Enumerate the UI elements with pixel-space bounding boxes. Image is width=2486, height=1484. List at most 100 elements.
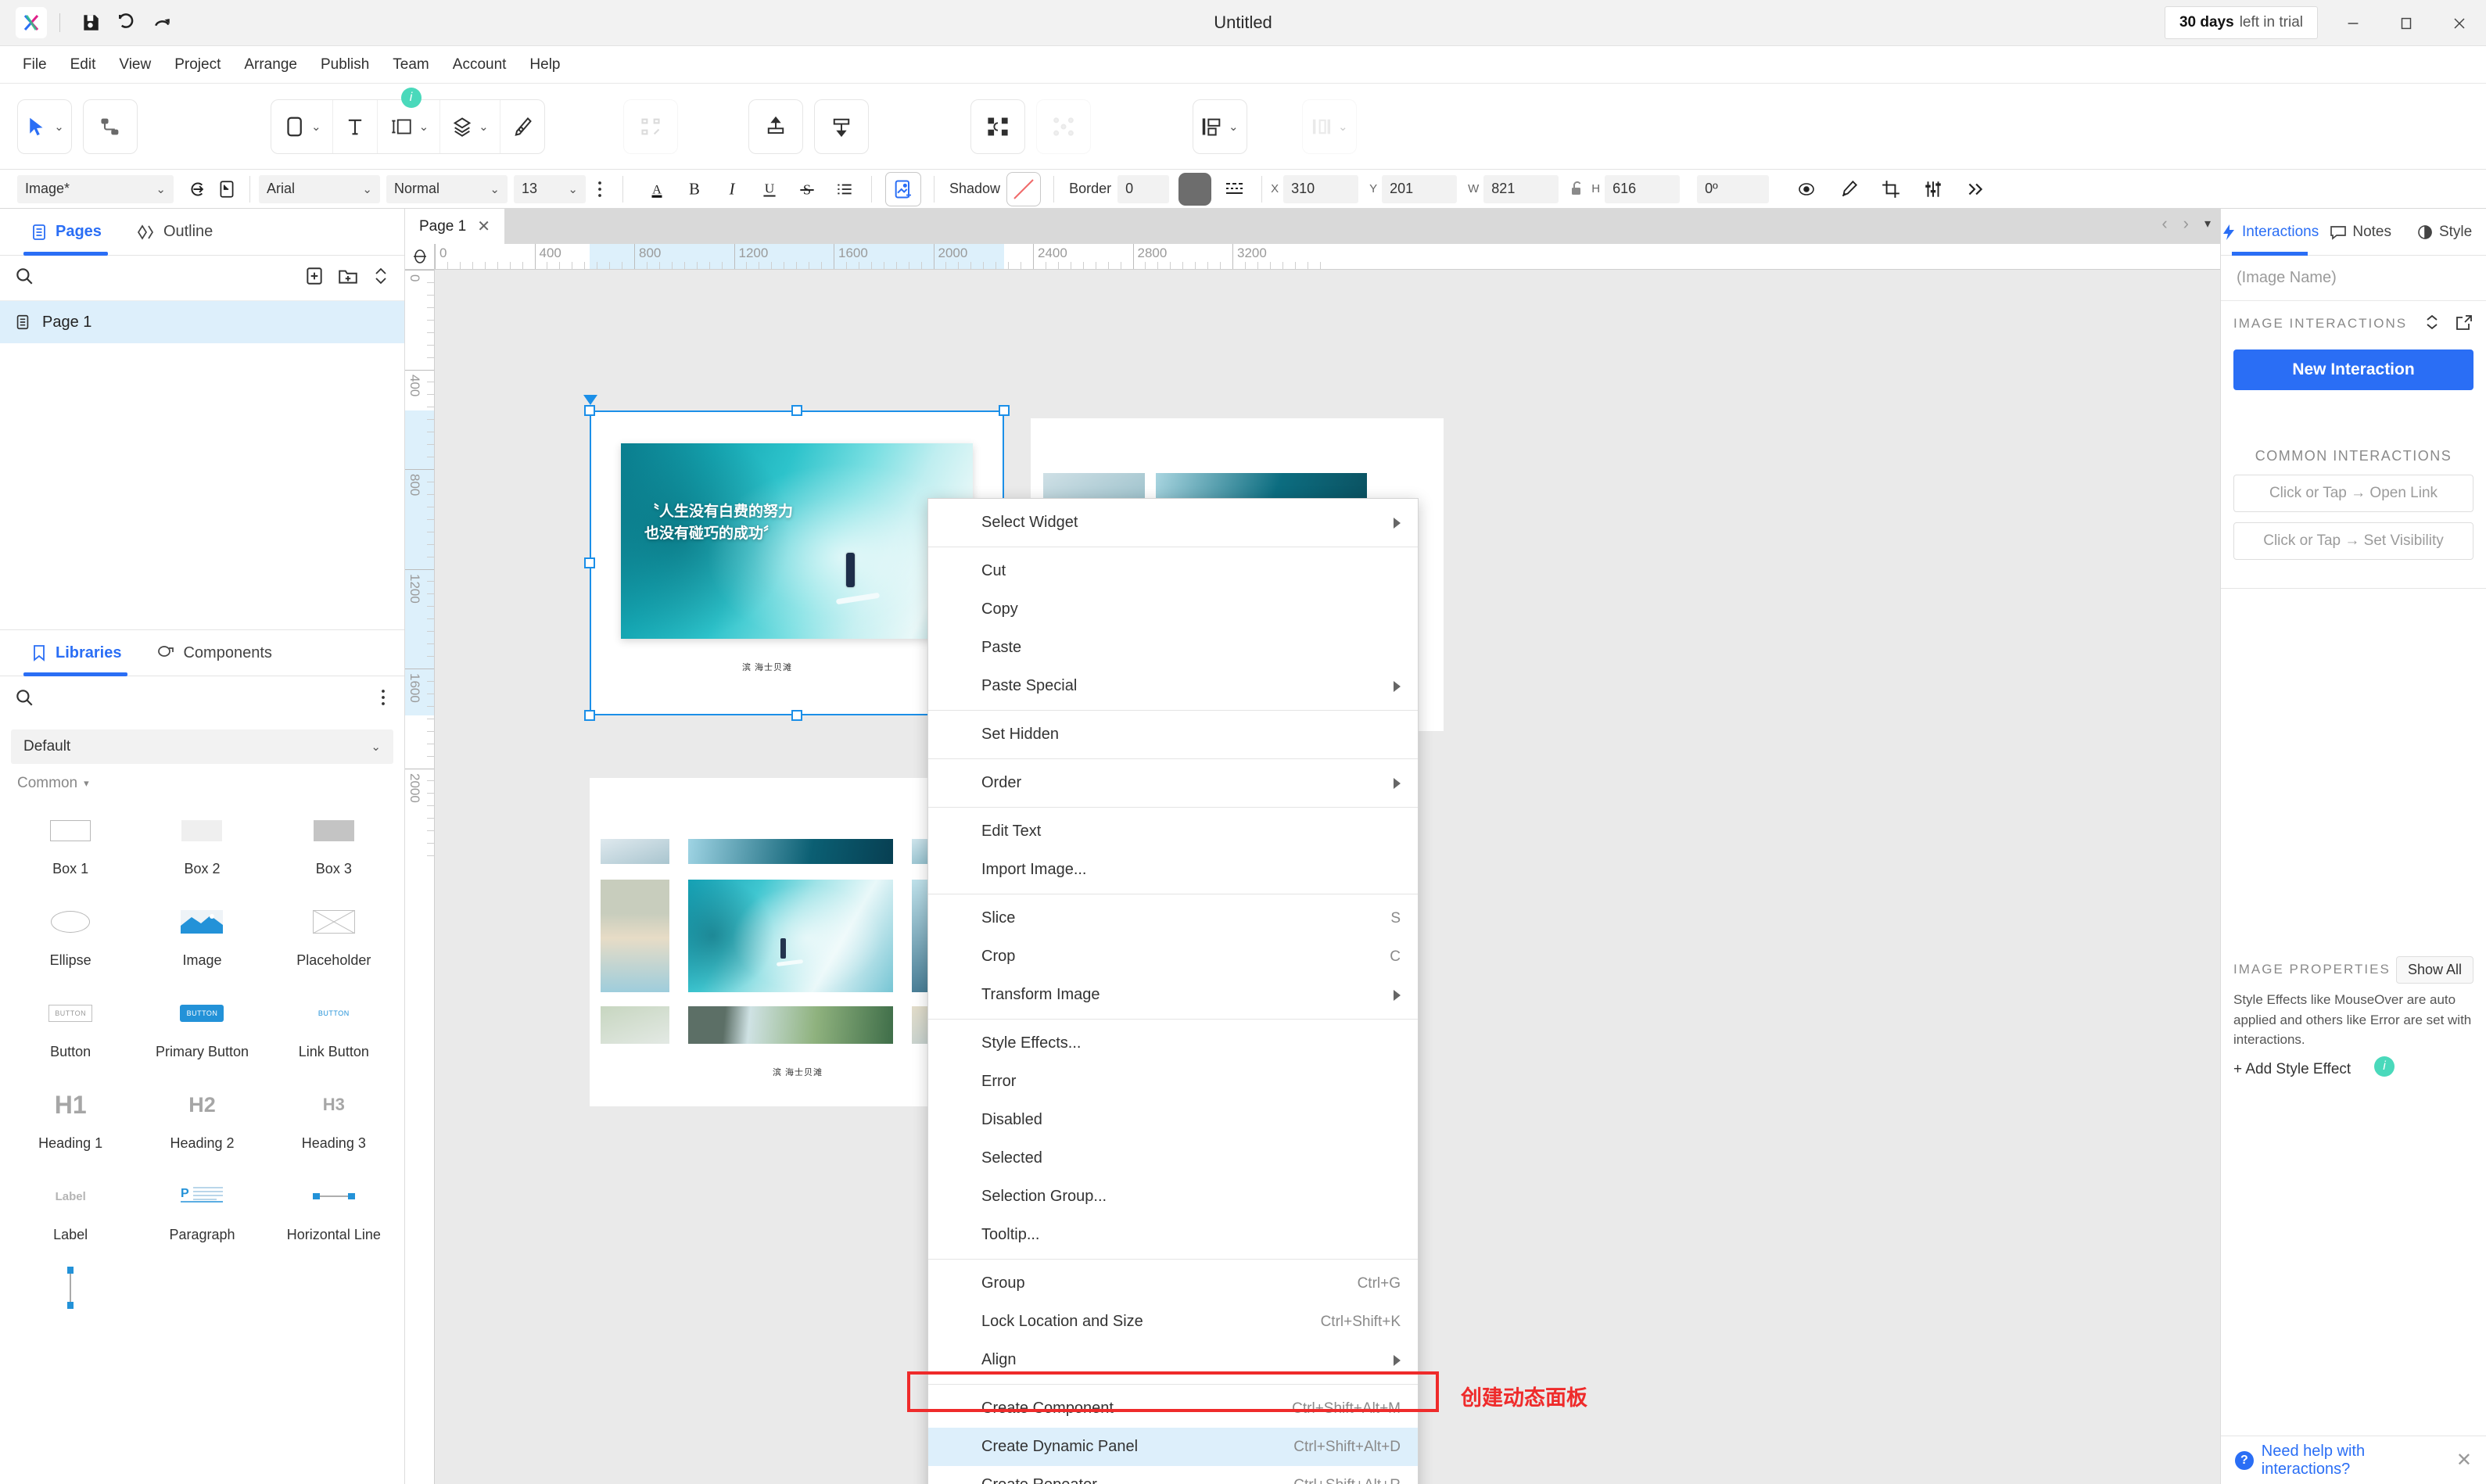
more-vertical-icon[interactable]	[376, 687, 390, 712]
resize-handle-bl[interactable]	[584, 710, 595, 721]
font-size-select[interactable]: 13 ⌄	[514, 174, 586, 203]
show-all-button[interactable]: Show All	[2395, 955, 2473, 984]
menu-team[interactable]: Team	[381, 52, 440, 78]
context-menu-item-style-effects[interactable]: Style Effects...	[928, 1024, 1418, 1063]
border-style-icon[interactable]	[1221, 175, 1249, 203]
underline-icon[interactable]: U	[755, 175, 784, 203]
chevron-down-icon[interactable]: ⌄	[479, 120, 489, 134]
category-common[interactable]: Common ▾	[17, 775, 404, 792]
tab-outline[interactable]: Outline	[119, 209, 230, 255]
tip-badge[interactable]: i	[400, 87, 422, 108]
close-icon[interactable]	[2433, 0, 2486, 46]
context-menu-item-selected[interactable]: Selected	[928, 1139, 1418, 1178]
connector-tool-button[interactable]	[83, 99, 138, 154]
chevron-down-icon[interactable]: ⌄	[568, 182, 578, 196]
menu-help[interactable]: Help	[518, 52, 572, 78]
align-button[interactable]: ⌄	[1192, 99, 1247, 154]
rotation-handle[interactable]	[583, 395, 597, 405]
save-icon[interactable]	[73, 7, 109, 38]
more-icon[interactable]	[1961, 175, 1989, 203]
context-menu-item-select-widget[interactable]: Select Widget	[928, 504, 1418, 542]
page-list-item-page1[interactable]: Page 1	[0, 301, 404, 343]
add-page-icon[interactable]	[304, 266, 325, 290]
resize-handle-tl[interactable]	[584, 405, 595, 416]
bold-icon[interactable]: B	[680, 175, 708, 203]
tab-pages[interactable]: Pages	[13, 209, 119, 256]
widget-heading-2[interactable]: H2 Heading 2	[136, 1071, 267, 1160]
chevron-down-icon[interactable]: ⌄	[362, 182, 372, 196]
context-menu-item-create-repeater[interactable]: Create Repeater Ctrl+Shift+Alt+R	[928, 1466, 1418, 1484]
chevron-down-icon[interactable]: ⌄	[156, 182, 166, 196]
sort-icon[interactable]	[2423, 314, 2441, 335]
horizontal-ruler[interactable]: 0 400 800 1200 1600 2000 2400 2800 3200	[435, 244, 2220, 270]
context-menu-item-lock-location-and-size[interactable]: Lock Location and Size Ctrl+Shift+K	[928, 1303, 1418, 1341]
add-folder-icon[interactable]	[337, 266, 359, 290]
image-fill-icon[interactable]	[885, 171, 921, 206]
search-icon[interactable]	[14, 266, 34, 290]
vertical-ruler[interactable]: 0 400 800 1200 1600 2000	[405, 270, 435, 1484]
next-tab-icon[interactable]: ›	[2183, 213, 2189, 234]
more-text-options-icon[interactable]	[586, 175, 614, 203]
resize-handle-tc[interactable]	[791, 405, 802, 416]
widget-type-select[interactable]: Image* ⌄	[17, 174, 174, 203]
context-menu-item-disabled[interactable]: Disabled	[928, 1101, 1418, 1139]
context-menu-item-edit-text[interactable]: Edit Text	[928, 812, 1418, 851]
context-menu-item-slice[interactable]: Slice S	[928, 899, 1418, 937]
document-tab-page1[interactable]: Page 1 ✕	[405, 209, 504, 244]
context-menu-item-transform-image[interactable]: Transform Image	[928, 976, 1418, 1014]
text-field-tool-button[interactable]: i ⌄	[378, 87, 441, 153]
context-menu-item-selection-group[interactable]: Selection Group...	[928, 1178, 1418, 1216]
widget-paragraph[interactable]: P Paragraph	[136, 1163, 267, 1251]
resize-handle-ml[interactable]	[584, 557, 595, 568]
widget-image[interactable]: Image	[136, 888, 267, 977]
menu-file[interactable]: File	[11, 52, 59, 78]
context-menu-item-error[interactable]: Error	[928, 1063, 1418, 1101]
distribute-button[interactable]: ⌄	[1301, 99, 1357, 154]
redo-icon[interactable]	[145, 7, 181, 38]
w-input[interactable]: 821	[1483, 174, 1559, 203]
new-interaction-button[interactable]: New Interaction	[2233, 349, 2473, 390]
chevron-down-icon[interactable]: ⌄	[490, 182, 500, 196]
send-to-back-button[interactable]	[813, 99, 869, 154]
widget-heading-1[interactable]: H1 Heading 1	[5, 1071, 136, 1160]
context-menu-item-order[interactable]: Order	[928, 764, 1418, 802]
ruler-origin[interactable]	[405, 244, 435, 270]
widget-placeholder[interactable]: Placeholder	[268, 888, 400, 977]
ungroup-button[interactable]	[1035, 99, 1091, 154]
shadow-swatch[interactable]	[1006, 171, 1042, 206]
lock-icon[interactable]	[1563, 175, 1591, 203]
menu-account[interactable]: Account	[441, 52, 518, 78]
context-menu-item-create-component[interactable]: Create Component Ctrl+Shift+Alt+M	[928, 1389, 1418, 1428]
y-input[interactable]: 201	[1382, 174, 1458, 203]
border-color-swatch[interactable]	[1178, 172, 1212, 206]
select-tool-button[interactable]: ⌄	[17, 99, 72, 154]
minimize-icon[interactable]	[2326, 0, 2380, 46]
context-menu[interactable]: Select Widget Cut Copy Paste Paste Special Se…	[927, 498, 1419, 1484]
widget-button[interactable]: BUTTON Button	[5, 980, 136, 1068]
h-input[interactable]: 616	[1605, 174, 1681, 203]
context-menu-item-align[interactable]: Align	[928, 1341, 1418, 1379]
common-interaction-open-link[interactable]: Click or Tap → Open Link	[2233, 475, 2473, 512]
font-weight-select[interactable]: Normal ⌄	[386, 174, 508, 203]
prev-tab-icon[interactable]: ‹	[2161, 213, 2167, 234]
widget-heading-3[interactable]: H3 Heading 3	[268, 1071, 400, 1160]
chevron-down-icon[interactable]: ⌄	[371, 740, 381, 754]
bring-to-front-button[interactable]	[748, 99, 803, 154]
set-as-interaction-target-icon[interactable]	[185, 175, 213, 203]
border-width-input[interactable]: 0	[1117, 174, 1170, 203]
tab-notes[interactable]: Notes	[2319, 209, 2402, 255]
context-menu-item-create-dynamic-panel[interactable]: Create Dynamic Panel Ctrl+Shift+Alt+D	[928, 1428, 1418, 1466]
widget-primary-button[interactable]: BUTTON Primary Button	[136, 980, 267, 1068]
widget-box-2[interactable]: Box 2	[136, 797, 267, 885]
adjust-icon[interactable]	[1919, 175, 1947, 203]
common-interaction-set-visibility[interactable]: Click or Tap → Set Visibility	[2233, 522, 2473, 560]
menu-arrange[interactable]: Arrange	[232, 52, 309, 78]
widget-box-3[interactable]: Box 3	[268, 797, 400, 885]
menu-view[interactable]: View	[107, 52, 163, 78]
box-tool-button[interactable]: ⌄	[271, 99, 333, 153]
add-style-effect-button[interactable]: + Add Style Effect i	[2221, 1050, 2486, 1078]
search-icon[interactable]	[14, 687, 34, 712]
eyedropper-icon[interactable]	[1835, 175, 1863, 203]
tab-interactions[interactable]: Interactions	[2221, 209, 2319, 256]
text-tool-button[interactable]	[333, 99, 378, 153]
